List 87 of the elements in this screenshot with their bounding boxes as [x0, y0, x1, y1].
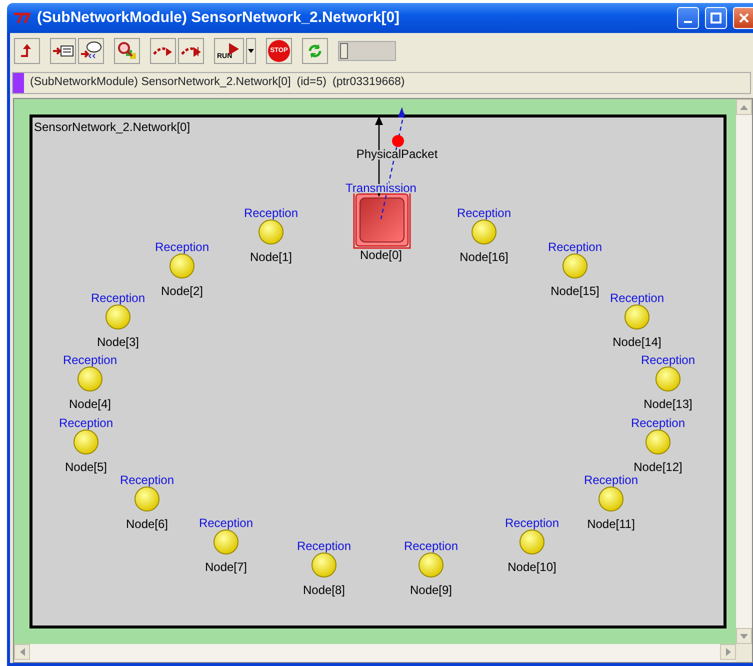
- node-status: Reception: [58, 416, 114, 430]
- run-menu-button[interactable]: [246, 38, 256, 64]
- node-status: Reception: [504, 516, 560, 530]
- refresh-icon: [306, 42, 324, 60]
- node-icon[interactable]: [170, 254, 194, 278]
- caret-icon: [248, 49, 254, 53]
- node-name: Node[4]: [68, 397, 112, 411]
- module-name: SensorNetwork_2.Network[0]: [34, 120, 190, 134]
- message-dot[interactable]: [392, 135, 404, 147]
- node-name: Node[3]: [96, 335, 140, 349]
- node-name: Node[11]: [587, 517, 635, 531]
- up-triangle-icon: [740, 104, 748, 110]
- maximize-button[interactable]: [705, 7, 727, 29]
- window-title: (SubNetworkModule) SensorNetwork_2.Network[0]: [37, 8, 401, 28]
- node-status: Reception: [154, 240, 210, 254]
- node-name: Node[13]: [644, 397, 692, 411]
- inspect-button[interactable]: [114, 38, 140, 64]
- node-name: Node[15]: [550, 284, 600, 298]
- node-icon[interactable]: [356, 194, 408, 246]
- fast-step-button[interactable]: [178, 38, 204, 64]
- node-icon[interactable]: [214, 530, 238, 554]
- node-status: Reception: [120, 473, 174, 487]
- node-status: Reception: [62, 353, 118, 367]
- node-name: Node[6]: [126, 517, 168, 531]
- module-pointer: (ptr03319668): [332, 75, 405, 90]
- maximize-icon: [710, 12, 722, 24]
- node-icon[interactable]: [78, 366, 102, 392]
- module-output-button[interactable]: [50, 38, 76, 64]
- node-icon[interactable]: [598, 486, 624, 512]
- node-status: Reception: [630, 416, 686, 430]
- node-status: Reception: [404, 539, 458, 553]
- close-icon: [738, 12, 750, 24]
- magnifier-icon: [117, 41, 137, 61]
- node-icon[interactable]: [472, 220, 496, 244]
- scroll-down-button[interactable]: [736, 628, 752, 644]
- node-name: Node[1]: [250, 250, 292, 264]
- node-name: Node[5]: [64, 460, 108, 474]
- right-triangle-icon: [726, 648, 730, 656]
- node-icon[interactable]: [258, 220, 284, 244]
- module-color-swatch: [13, 73, 24, 93]
- node-name: Node[9]: [410, 583, 452, 597]
- node-status: Reception: [296, 539, 352, 553]
- module-id: (id=5): [296, 75, 327, 90]
- node-name: Node[8]: [302, 583, 346, 597]
- node-status: Reception: [548, 240, 602, 254]
- node-icon[interactable]: [74, 430, 98, 454]
- speech-bubble-icon: [80, 41, 102, 61]
- refresh-button[interactable]: [302, 38, 328, 64]
- node-icon[interactable]: [418, 552, 444, 578]
- module-path: (SubNetworkModule) SensorNetwork_2.Network[0]: [30, 75, 291, 90]
- node-status: Reception: [244, 206, 298, 220]
- scroll-up-button[interactable]: [736, 99, 752, 115]
- node-name: Node[0]: [360, 248, 402, 262]
- scroll-right-button[interactable]: [720, 644, 736, 660]
- node-status: Reception: [610, 291, 664, 305]
- node-name: Node[14]: [612, 335, 662, 349]
- node-icon[interactable]: [656, 366, 680, 392]
- app-icon: [13, 11, 31, 25]
- arrow-to-window-icon: [52, 43, 74, 59]
- node-icon[interactable]: [624, 304, 650, 330]
- minimize-button[interactable]: [677, 7, 699, 29]
- parent-module-button[interactable]: [14, 38, 40, 64]
- node-status: Reception: [640, 353, 696, 367]
- node-icon[interactable]: [134, 486, 160, 512]
- close-button[interactable]: [733, 7, 753, 29]
- node-status: Reception: [584, 473, 638, 487]
- node-status: Reception: [456, 206, 512, 220]
- node-name: Node[16]: [460, 250, 508, 264]
- node-name: Node[2]: [160, 284, 204, 298]
- node-icon[interactable]: [312, 552, 336, 578]
- node-icon[interactable]: [562, 254, 588, 278]
- fast-step-icon: [180, 44, 202, 58]
- node-name: Node[7]: [204, 560, 248, 574]
- selection-highlight: [353, 191, 411, 249]
- node-icon[interactable]: [106, 304, 130, 330]
- scroll-left-button[interactable]: [14, 644, 30, 660]
- left-triangle-icon: [20, 648, 24, 656]
- node-status: Reception: [90, 291, 146, 305]
- node-icon[interactable]: [520, 530, 544, 554]
- minimize-icon: [684, 21, 692, 23]
- node-status: Reception: [198, 516, 254, 530]
- node-icon[interactable]: [646, 430, 670, 454]
- event-log-button[interactable]: [78, 38, 104, 64]
- node-name: Node[10]: [508, 560, 556, 574]
- node-name: Node[12]: [634, 460, 682, 474]
- down-triangle-icon: [740, 634, 748, 638]
- step-button[interactable]: [150, 38, 176, 64]
